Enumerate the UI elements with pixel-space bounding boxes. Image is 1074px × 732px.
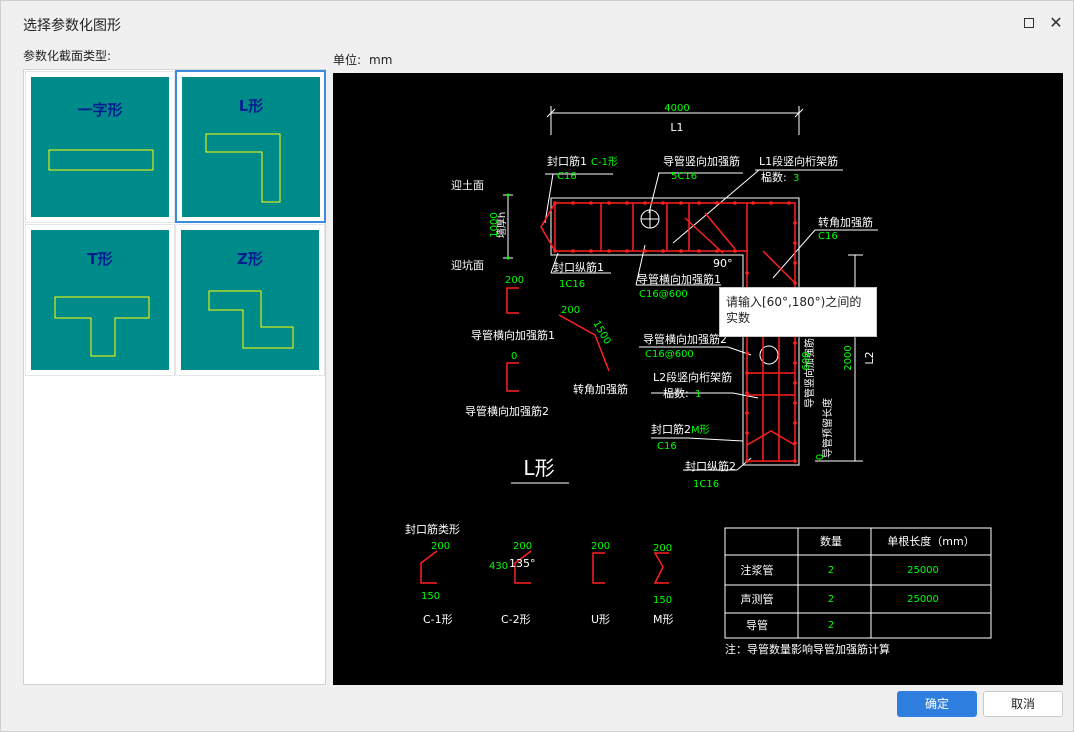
seal-type-m: M形: [653, 613, 674, 626]
dim-l2: L2: [863, 351, 876, 364]
label-pipe-horiz2-bar: C16@600: [645, 349, 694, 360]
label-l2-truss: L2段竖向桁架筋: [653, 370, 732, 384]
label-pipe-vert-bar: 5C16: [671, 171, 697, 182]
seal-m-top: 200: [653, 543, 672, 554]
detail-corner-b: 1500: [590, 319, 612, 347]
label-seal1-type: C-1形: [591, 156, 618, 168]
label-detail-h2: 导管横向加强筋2: [465, 404, 549, 418]
seal-types-title: 封口筋类形: [405, 522, 460, 536]
table-row1-name: 注浆管: [741, 563, 774, 577]
tile-label-straight: 一字形: [77, 101, 122, 119]
label-seal-long2-bar: 1C16: [693, 479, 719, 490]
table-header-count: 数量: [820, 535, 842, 548]
seal-u-top: 200: [591, 541, 610, 552]
dim-600: 600: [801, 351, 812, 370]
table-row2-count: 2: [828, 594, 834, 605]
dim-l1: L1: [670, 121, 683, 134]
dim-pipe-preset: 导管预留长度: [821, 398, 834, 458]
tile-label-l: L形: [239, 97, 264, 115]
close-icon[interactable]: ✕: [1046, 13, 1066, 33]
tile-label-t: T形: [87, 250, 112, 268]
seal-m-bottom: 150: [653, 595, 672, 606]
label-pipe-horiz1: 导管横向加强筋1: [637, 272, 721, 286]
label-truss-count1: 榀数:: [761, 170, 787, 184]
label-detail-h1: 导管横向加强筋1: [471, 328, 555, 342]
cancel-button[interactable]: 取消: [983, 691, 1063, 717]
shape-list-panel: 一字形 L形 T形 Z形: [23, 69, 326, 685]
maximize-icon[interactable]: [1019, 13, 1039, 33]
table-row1-count: 2: [828, 565, 834, 576]
label-seal2-type: M形: [691, 424, 710, 436]
shape-title: L形: [523, 456, 554, 480]
label-seal2: 封口筋2: [651, 422, 691, 436]
label-facing-pit: 迎坑面: [451, 258, 484, 272]
label-pipe-horiz1-bar: C16@600: [639, 289, 688, 300]
tile-straight[interactable]: 一字形: [25, 71, 175, 223]
seal-type-u: U形: [591, 613, 610, 626]
l-shape-icon: L形: [182, 77, 320, 217]
table-row3-name: 导管: [746, 618, 768, 632]
label-detail-corner: 转角加强筋: [573, 382, 628, 396]
section-type-label: 参数化截面类型:: [23, 49, 112, 63]
dim-top: 4000: [664, 103, 689, 114]
label-corner-bar: C16: [818, 231, 838, 242]
l-shape-detail-drawing: L1 迎土面 迎坑面 封口筋1 导管竖向加强筋 L1段竖向桁架筋 榀数: 转角加…: [405, 103, 992, 656]
dim-thickness: 1000: [489, 212, 500, 237]
label-seal2-bar: C16: [657, 441, 677, 452]
dim-pipe-vert-side: 导管竖向加强筋: [803, 338, 816, 408]
label-pipe-horiz2: 导管横向加强筋2: [643, 332, 727, 346]
preview-canvas: L1 迎土面 迎坑面 封口筋1 导管竖向加强筋 L1段竖向桁架筋 榀数: 转角加…: [333, 73, 1063, 685]
dialog-title: 选择参数化图形: [23, 18, 121, 34]
label-l1-truss: L1段竖向桁架筋: [759, 154, 838, 168]
seal-type-c2: C-2形: [501, 613, 531, 626]
seal-c2-angle: 135°: [509, 557, 536, 570]
label-pipe-vert: 导管竖向加强筋: [663, 154, 740, 168]
z-shape-icon: Z形: [181, 230, 319, 370]
tile-l-shape[interactable]: L形: [175, 70, 326, 223]
dim-0: 0: [815, 454, 826, 460]
label-angle: 90°: [713, 257, 733, 270]
ok-button[interactable]: 确定: [897, 691, 977, 717]
unit-caption: 单位:: [333, 53, 362, 67]
table-row2-length: 25000: [907, 594, 939, 605]
title-bar: 选择参数化图形 ✕: [1, 1, 1073, 45]
dialog-window: 选择参数化图形 ✕ 参数化截面类型: 单位: mm 一字形 L形 T形 Z形 L…: [0, 0, 1074, 732]
tile-z-shape[interactable]: Z形: [175, 224, 325, 376]
seal-c1-bottom: 150: [421, 591, 440, 602]
tile-t-shape[interactable]: T形: [25, 224, 175, 376]
unit-label: 单位: mm: [333, 51, 392, 68]
seal-c1-top: 200: [431, 541, 450, 552]
seal-type-c1: C-1形: [423, 613, 453, 626]
dim-len2: 2000: [843, 345, 854, 370]
label-seal1-bar: C16: [557, 171, 577, 182]
table-header-length: 单根长度（mm）: [887, 534, 974, 548]
tile-label-z: Z形: [237, 250, 263, 268]
label-facing-soil: 迎土面: [451, 179, 484, 192]
label-seal-long2: 封口纵筋2: [685, 459, 736, 473]
seal-c2-side: 430: [489, 561, 508, 572]
angle-input-tooltip: 请输入[60°,180°)之间的实数: [719, 287, 877, 337]
table-row2-name: 声测管: [741, 592, 774, 606]
label-corner: 转角加强筋: [818, 215, 873, 229]
t-shape-icon: T形: [31, 230, 169, 370]
detail-h2-val: 0: [511, 351, 517, 362]
label-seal-long1: 封口纵筋1: [553, 260, 604, 274]
label-truss-count2: 榀数:: [663, 386, 689, 400]
table-note: 注：导管数量影响导管加强筋计算: [725, 642, 890, 656]
label-truss-count2-val: 1: [695, 389, 701, 400]
unit-value: mm: [369, 53, 393, 67]
table-row1-length: 25000: [907, 565, 939, 576]
straight-shape-icon: 一字形: [31, 77, 169, 217]
table-row3-count: 2: [828, 620, 834, 631]
label-truss-count1-val: 3: [793, 173, 799, 184]
detail-corner-a: 200: [561, 305, 580, 316]
seal-c2-top: 200: [513, 541, 532, 552]
label-seal-long1-bar: 1C16: [559, 279, 585, 290]
label-seal1: 封口筋1: [547, 154, 587, 168]
detail-h1-val: 200: [505, 275, 524, 286]
